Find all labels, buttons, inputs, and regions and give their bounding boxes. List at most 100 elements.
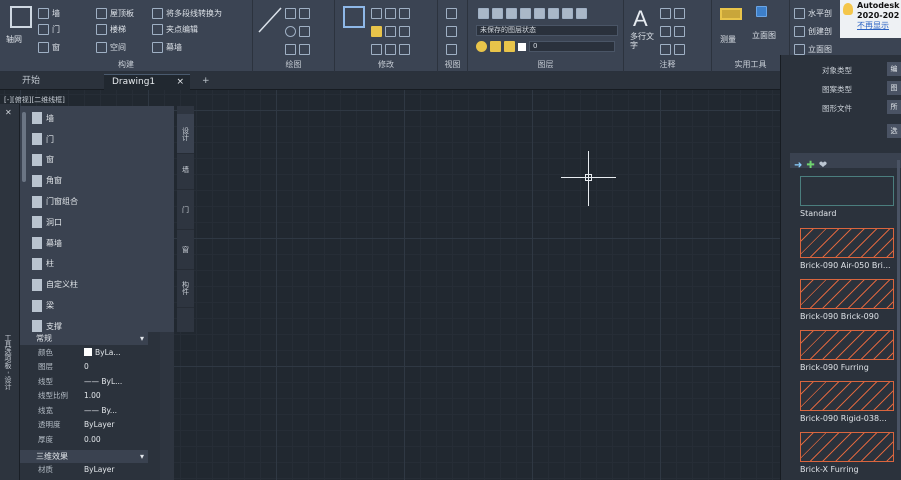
measure-icon[interactable] — [720, 8, 742, 20]
property-row[interactable]: 厚度 0.00 — [20, 432, 174, 447]
hatch-swatch[interactable] — [800, 228, 894, 258]
lightbulb-icon — [843, 3, 853, 15]
line-icon[interactable] — [257, 6, 283, 34]
space-tool[interactable]: 空间 — [96, 42, 126, 53]
hatch-swatch[interactable] — [800, 381, 894, 411]
visual-style-tool[interactable] — [446, 26, 457, 37]
roof-tool[interactable]: 屋顶板 — [96, 8, 134, 19]
tab-drawing1-label: Drawing1 — [112, 77, 156, 87]
palette-tab[interactable]: 门 — [177, 190, 194, 230]
style-filter-label: 图案类型 — [822, 85, 852, 94]
palette-item[interactable]: 窗 — [28, 150, 178, 171]
general-section-header[interactable]: 常规 ▾ — [20, 332, 148, 345]
move-tool[interactable] — [371, 8, 410, 19]
style-filter-button[interactable]: 所 — [887, 100, 901, 114]
trim-icon — [399, 8, 410, 19]
hatch-swatch[interactable] — [800, 330, 894, 360]
horizontal-section-tool[interactable] — [756, 6, 767, 17]
style-scrollbar[interactable] — [897, 160, 900, 450]
palette-item[interactable]: 梁 — [28, 295, 178, 316]
palette-item[interactable]: 墙 — [28, 108, 178, 129]
palette-tab[interactable]: 墙 — [177, 150, 194, 190]
door-tool[interactable]: 门 — [38, 24, 60, 35]
add-icon[interactable]: ✚ — [806, 158, 814, 173]
arrow-right-icon[interactable]: ➜ — [794, 158, 802, 173]
circle-tool[interactable] — [285, 26, 310, 37]
view-cube-tool[interactable] — [446, 8, 457, 19]
property-row[interactable]: 线型 —— ByL... — [20, 374, 174, 389]
curtain-tool[interactable]: 幕墙 — [152, 42, 182, 53]
style-filter-button[interactable]: 选 — [887, 124, 901, 138]
match-props-icon[interactable] — [343, 6, 365, 28]
property-row[interactable]: 图层 0 — [20, 360, 174, 375]
property-row[interactable]: 线宽 —— By... — [20, 403, 174, 418]
style-filter-button[interactable]: 图 — [887, 81, 901, 95]
elevation-tool[interactable]: 立面图 — [794, 44, 832, 55]
arc-tool[interactable] — [285, 8, 310, 19]
fillet-icon — [399, 26, 410, 37]
close-icon[interactable]: × — [176, 75, 184, 90]
palette-tab[interactable]: 构件 — [177, 268, 194, 308]
keynote-tool[interactable] — [660, 44, 685, 55]
layer-tools-row[interactable] — [478, 8, 587, 19]
palette-item[interactable]: 自定义柱 — [28, 274, 178, 295]
copy-tool[interactable] — [371, 26, 410, 37]
palette-item[interactable]: 门 — [28, 129, 178, 150]
heart-icon[interactable]: ❤ — [819, 158, 827, 173]
palette-item-icon — [32, 320, 42, 333]
layer-state-row[interactable]: 未保存的图层状态 — [476, 25, 618, 36]
grid-icon[interactable] — [10, 6, 32, 28]
layers-group-title: 图层 — [537, 60, 554, 69]
3d-section-header[interactable]: 三维效果 ▾ — [20, 449, 148, 463]
palette-list: 墙门窗角窗 门窗组合 洞口 幕墙柱自定义柱梁支撑 — [28, 108, 178, 337]
property-row[interactable]: 线型比例 1.00 — [20, 389, 174, 404]
text-icon[interactable]: A — [632, 6, 652, 28]
current-layer-dropdown[interactable]: 0 — [529, 41, 615, 52]
profile-tool[interactable]: 将多段线转换为 — [152, 8, 222, 19]
section-tool[interactable] — [446, 44, 457, 55]
clip-tool[interactable]: 夹点编辑 — [152, 24, 198, 35]
hatch-swatch[interactable] — [800, 176, 894, 206]
layer-state-dropdown[interactable]: 未保存的图层状态 — [476, 25, 618, 36]
tab-start[interactable]: 开始 — [14, 74, 104, 90]
palette-scrollbar[interactable] — [22, 112, 26, 182]
palette-item[interactable]: 洞口 — [28, 212, 178, 233]
hatch-swatch[interactable] — [800, 279, 894, 309]
layers-group: 未保存的图层状态 0 图层 — [468, 0, 624, 72]
create-section-tool[interactable]: 创建剖 — [794, 26, 832, 37]
property-row[interactable]: 透明度 ByLayer — [20, 418, 174, 433]
dimension-tool[interactable] — [660, 8, 685, 19]
palette-item[interactable]: 幕墙 — [28, 233, 178, 254]
layer-match-icon — [548, 8, 559, 19]
hatch-tool[interactable] — [285, 44, 310, 55]
new-tab-button[interactable]: + — [194, 74, 212, 90]
window-tool[interactable]: 窗 — [38, 42, 60, 53]
property-row[interactable]: 材质 ByLayer — [20, 463, 174, 478]
palette-title-strip[interactable]: ✕ 工具选项板 - 设计 — [0, 104, 20, 480]
notice-link[interactable]: 不再显示 — [857, 21, 901, 31]
palette-item[interactable]: 门窗组合 — [28, 191, 178, 212]
palette-item[interactable]: 角窗 — [28, 170, 178, 191]
property-row[interactable]: 颜色 ByLa... — [20, 345, 174, 360]
palette-tab[interactable]: 设计 — [177, 114, 194, 154]
palette-title: 工具选项板 - 设计 — [4, 334, 12, 390]
hatch-label: Brick-090 Rigid-038... — [800, 414, 887, 423]
scale-tool[interactable] — [371, 44, 410, 55]
hatch-swatch[interactable] — [800, 432, 894, 462]
horizontal-tool[interactable]: 水平剖 — [794, 8, 832, 19]
stair-tool[interactable]: 楼梯 — [96, 24, 126, 35]
tab-drawing1[interactable]: Drawing1 × — [104, 74, 190, 90]
close-palette-icon[interactable]: ✕ — [5, 108, 12, 117]
current-layer-row[interactable]: 0 — [476, 41, 615, 52]
properties-tabs[interactable] — [160, 332, 174, 480]
move-icon — [371, 8, 382, 19]
draw-group-title: 绘图 — [285, 60, 302, 69]
style-filter-button[interactable]: 编 — [887, 62, 901, 76]
autodesk-notice[interactable]: Autodesk 2020-202 不再显示 — [840, 0, 901, 38]
arc-icon — [285, 8, 296, 19]
palette-item[interactable]: 柱 — [28, 254, 178, 275]
palette-tab[interactable]: 窗 — [177, 230, 194, 270]
wall-tool[interactable]: 墙 — [38, 8, 60, 19]
table-tool[interactable] — [660, 26, 685, 37]
tool-palette: 墙门窗角窗 门窗组合 洞口 幕墙柱自定义柱梁支撑 设计墙门窗构件 — [20, 106, 194, 333]
